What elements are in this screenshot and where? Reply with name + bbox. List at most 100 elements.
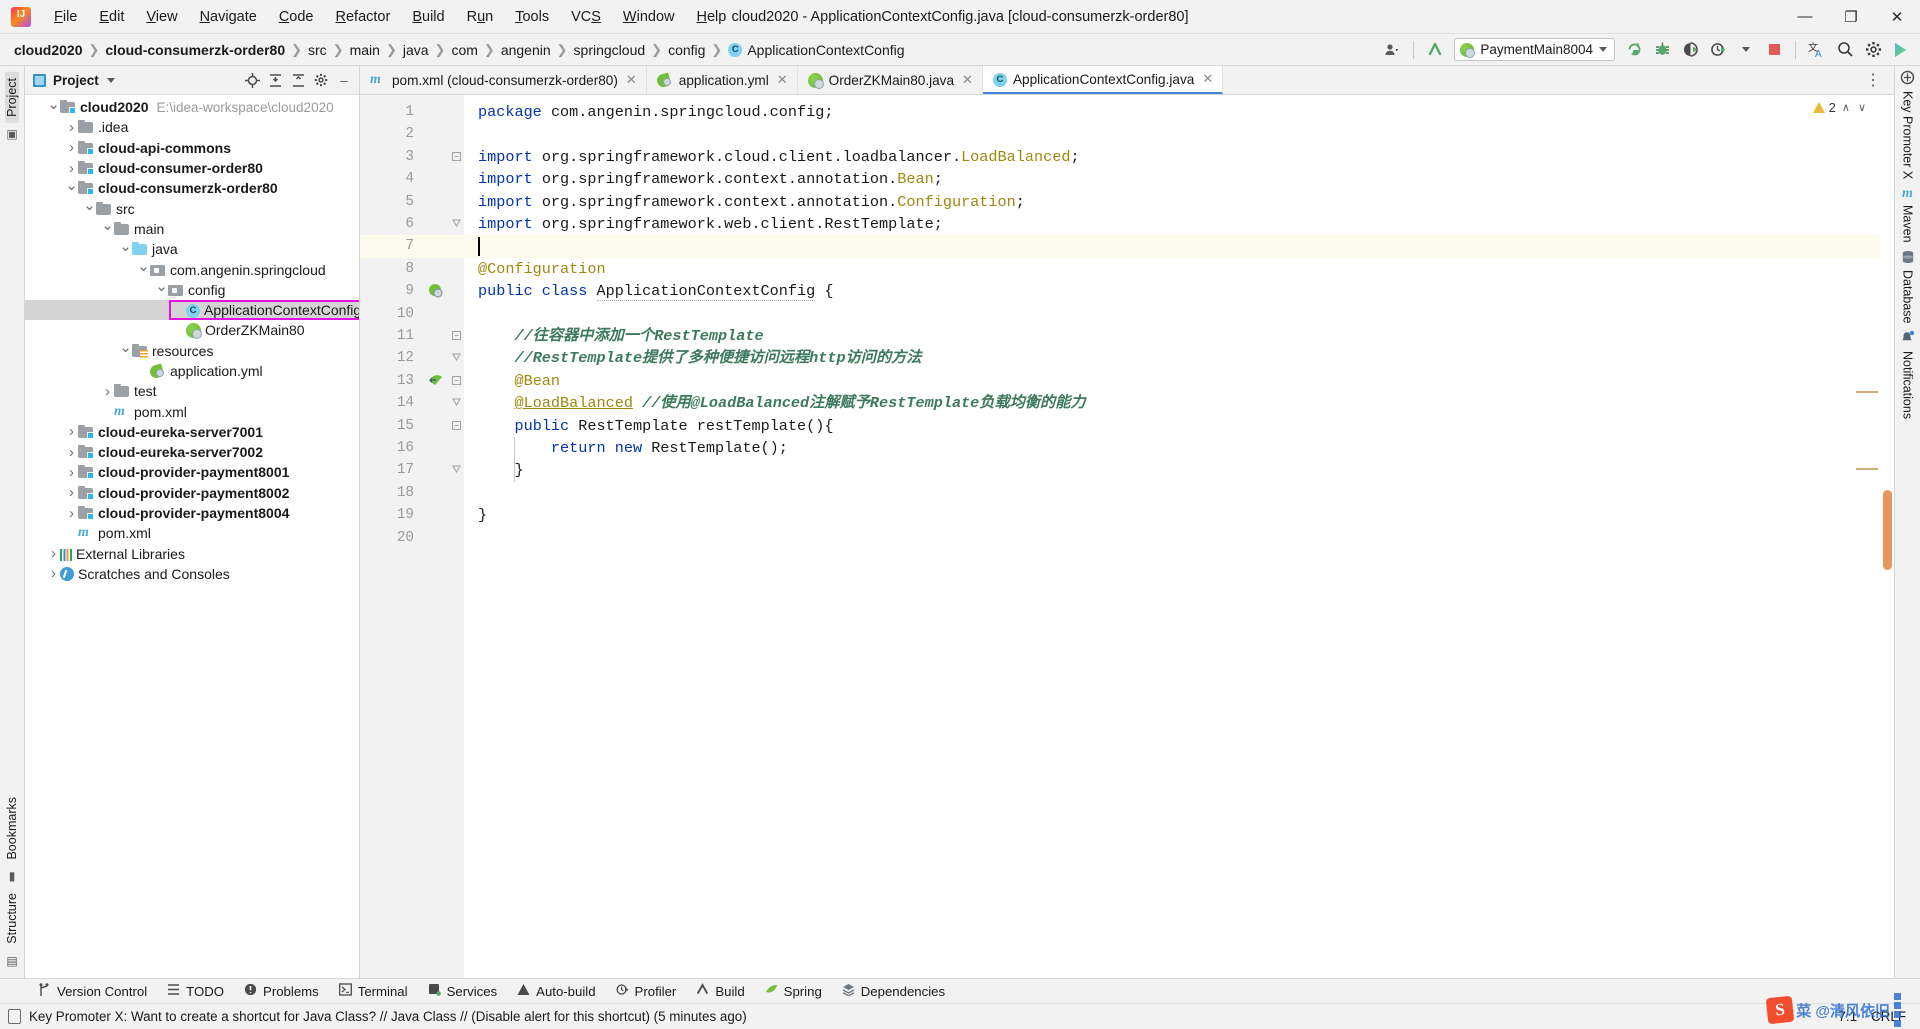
- tree-node-test[interactable]: test: [25, 381, 359, 401]
- tree-expand-arrow[interactable]: [83, 204, 96, 213]
- tree-node-pom-xml[interactable]: m pom.xml: [25, 523, 359, 543]
- editor-scrollbar[interactable]: [1856, 95, 1894, 978]
- bottom-tool-build[interactable]: Build: [686, 981, 754, 1001]
- collapse-all-icon[interactable]: [287, 69, 309, 91]
- bottom-tool-profiler[interactable]: Profiler: [606, 981, 687, 1001]
- rail-item-structure[interactable]: Structure: [5, 887, 19, 950]
- scrollbar-thumb[interactable]: [1883, 490, 1892, 570]
- tree-expand-arrow[interactable]: [155, 285, 168, 294]
- breadcrumb-item-1[interactable]: cloud-consumerzk-order80: [101, 40, 289, 60]
- more-tabs-icon[interactable]: ⋮: [1859, 70, 1888, 90]
- tree-expand-arrow[interactable]: [65, 423, 78, 440]
- tree-node-cloud-provider-payment8004[interactable]: cloud-provider-payment8004: [25, 503, 359, 523]
- settings-icon[interactable]: [1860, 38, 1886, 62]
- profiler-dropdown-icon[interactable]: [1733, 38, 1759, 62]
- breadcrumb-item-8[interactable]: config: [664, 40, 709, 60]
- close-tab-icon[interactable]: ✕: [777, 72, 788, 88]
- tree-node-cloud-eureka-server7001[interactable]: cloud-eureka-server7001: [25, 422, 359, 442]
- update-project-icon[interactable]: [1422, 38, 1448, 62]
- editor-tab-application[interactable]: application.yml ✕: [647, 66, 798, 94]
- tree-expand-arrow[interactable]: [65, 184, 78, 193]
- tree-expand-arrow[interactable]: [65, 484, 78, 501]
- chevron-down-icon[interactable]: [106, 77, 115, 83]
- menu-tools[interactable]: Tools: [504, 5, 560, 29]
- profiler-icon[interactable]: [1705, 38, 1731, 62]
- tree-node-application-yml[interactable]: application.yml: [25, 361, 359, 381]
- hide-panel-icon[interactable]: –: [333, 69, 355, 91]
- commit-icon[interactable]: ▣: [6, 127, 17, 141]
- tree-node-cloud-api-commons[interactable]: cloud-api-commons: [25, 138, 359, 158]
- fold-region-end-icon[interactable]: [452, 398, 461, 408]
- fold-collapse-icon[interactable]: −: [452, 151, 461, 161]
- menu-run[interactable]: Run: [456, 5, 505, 29]
- menu-file[interactable]: File: [43, 5, 88, 29]
- bottom-tool-services[interactable]: Services: [418, 981, 508, 1001]
- tree-expand-arrow[interactable]: [65, 119, 78, 136]
- tree-expand-arrow[interactable]: [65, 464, 78, 481]
- fold-region-end-icon[interactable]: [452, 465, 461, 475]
- tree-node-orderzkmain80[interactable]: OrderZKMain80: [25, 320, 359, 340]
- menu-help[interactable]: Help: [685, 5, 737, 29]
- tree-expand-arrow[interactable]: [101, 224, 114, 233]
- fold-collapse-icon[interactable]: −: [452, 375, 461, 385]
- search-everywhere-icon[interactable]: [1832, 38, 1858, 62]
- notification-icon[interactable]: [8, 1009, 21, 1024]
- tree-node-com-angenin-springcloud[interactable]: com.angenin.springcloud: [25, 259, 359, 279]
- rerun-icon[interactable]: [1621, 38, 1647, 62]
- editor-tab-orderzkmain80[interactable]: OrderZKMain80.java ✕: [798, 66, 983, 94]
- ide-services-icon[interactable]: [1888, 38, 1914, 62]
- bottom-tool-auto-build[interactable]: Auto-build: [507, 981, 605, 1001]
- tree-node--idea[interactable]: .idea: [25, 117, 359, 137]
- rail-item-database[interactable]: Database: [1901, 250, 1915, 327]
- fold-collapse-icon[interactable]: −: [452, 420, 461, 430]
- breadcrumb-item-5[interactable]: com: [447, 40, 481, 60]
- menu-refactor[interactable]: Refactor: [325, 5, 402, 29]
- bottom-tool-version-control[interactable]: Version Control: [28, 981, 157, 1002]
- tree-node-src[interactable]: src: [25, 198, 359, 218]
- fold-collapse-icon[interactable]: −: [452, 331, 461, 340]
- tree-node-cloud-eureka-server7002[interactable]: cloud-eureka-server7002: [25, 442, 359, 462]
- tree-expand-arrow[interactable]: [101, 383, 114, 400]
- breadcrumb-item-7[interactable]: springcloud: [570, 40, 650, 60]
- bottom-tool-todo[interactable]: TODO: [157, 981, 234, 1001]
- spring-bean-icon[interactable]: [422, 283, 448, 301]
- editor-marker[interactable]: [1856, 468, 1878, 470]
- run-with-coverage-icon[interactable]: [1677, 38, 1703, 62]
- rail-item-key-promoter-x[interactable]: Key Promoter X: [1900, 70, 1915, 182]
- locate-icon[interactable]: [241, 69, 263, 91]
- menu-code[interactable]: Code: [268, 5, 325, 29]
- tree-expand-arrow[interactable]: [65, 444, 78, 461]
- tree-node-java[interactable]: java: [25, 239, 359, 259]
- tree-node-applicationcontextconfig[interactable]: C ApplicationContextConfig: [25, 299, 359, 321]
- stop-icon[interactable]: [1761, 38, 1787, 62]
- tree-expand-arrow[interactable]: [65, 505, 78, 522]
- tree-node-external-libraries[interactable]: External Libraries: [25, 544, 359, 564]
- tree-node-cloud-consumerzk-order80[interactable]: cloud-consumerzk-order80: [25, 178, 359, 198]
- tree-node-pom-xml[interactable]: m pom.xml: [25, 401, 359, 421]
- tree-node-scratches-and-consoles[interactable]: Scratches and Consoles: [25, 564, 359, 584]
- account-icon[interactable]: [1379, 38, 1405, 62]
- tree-expand-arrow[interactable]: [137, 265, 150, 274]
- close-tab-icon[interactable]: ✕: [626, 72, 637, 88]
- menu-view[interactable]: View: [135, 5, 188, 29]
- tree-node-cloud-provider-payment8002[interactable]: cloud-provider-payment8002: [25, 483, 359, 503]
- tree-node-cloud-provider-payment8001[interactable]: cloud-provider-payment8001: [25, 462, 359, 482]
- tree-node-resources[interactable]: resources: [25, 341, 359, 361]
- code-text[interactable]: package com.angenin.springcloud.config; i…: [464, 95, 1894, 978]
- close-tab-icon[interactable]: ✕: [1202, 71, 1213, 87]
- code-folding-column[interactable]: − − − −: [448, 95, 464, 978]
- line-separator[interactable]: CRLF: [1871, 1009, 1906, 1024]
- breadcrumb-item-2[interactable]: src: [304, 40, 331, 60]
- settings-icon[interactable]: [310, 69, 332, 91]
- rail-item-project[interactable]: Project: [5, 72, 19, 123]
- bottom-tool-spring[interactable]: Spring: [755, 981, 832, 1001]
- breadcrumb-item-9[interactable]: C ApplicationContextConfig: [724, 40, 908, 60]
- fold-region-end-icon[interactable]: [452, 353, 461, 363]
- gutter-icon-column[interactable]: [422, 95, 448, 978]
- fold-region-end-icon[interactable]: [452, 219, 461, 228]
- menu-edit[interactable]: Edit: [88, 5, 135, 29]
- bottom-tool-dependencies[interactable]: Dependencies: [832, 981, 955, 1001]
- tree-expand-arrow[interactable]: [47, 565, 60, 582]
- project-tree[interactable]: cloud2020 E:\idea-workspace\cloud2020 .ide…: [25, 95, 359, 978]
- editor-tab-pom[interactable]: m pom.xml (cloud-consumerzk-order80) ✕: [360, 66, 647, 94]
